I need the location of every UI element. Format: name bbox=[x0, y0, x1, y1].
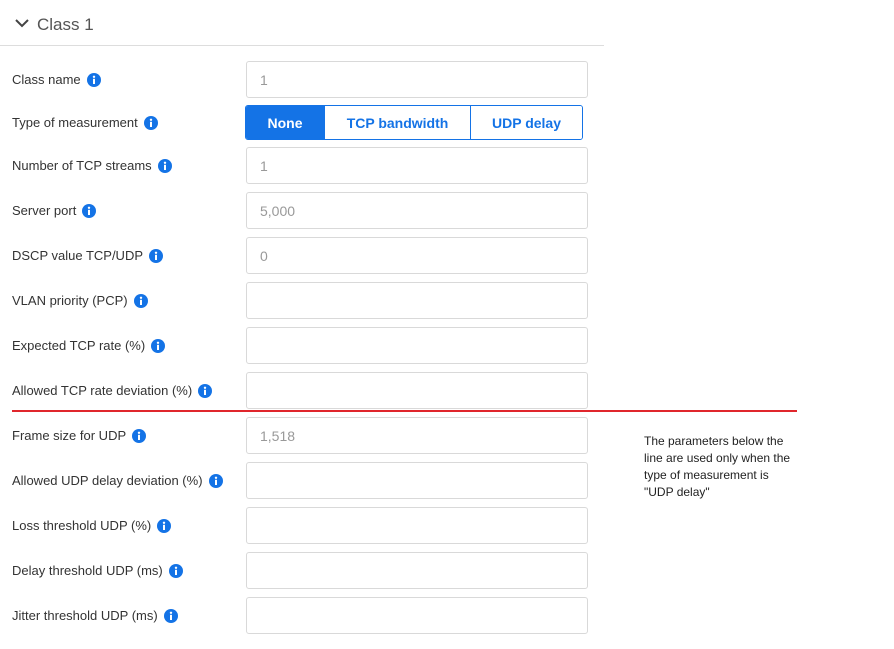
section-header-class-1[interactable]: Class 1 bbox=[0, 0, 604, 46]
label-loss-threshold-udp: Loss threshold UDP (%) bbox=[12, 518, 152, 533]
dscp-value-input[interactable] bbox=[246, 237, 588, 274]
info-icon[interactable] bbox=[82, 203, 97, 218]
section-title: Class 1 bbox=[37, 15, 94, 34]
label-allowed-tcp-rate-deviation: Allowed TCP rate deviation (%) bbox=[12, 383, 193, 398]
info-icon[interactable] bbox=[208, 473, 223, 488]
server-port-input[interactable] bbox=[246, 192, 588, 229]
info-icon[interactable] bbox=[163, 608, 178, 623]
info-icon[interactable] bbox=[149, 248, 164, 263]
row-number-of-tcp-streams: Number of TCP streams bbox=[0, 147, 604, 184]
expected-tcp-rate-input[interactable] bbox=[246, 327, 588, 364]
note-line: type of measurement is bbox=[644, 468, 769, 482]
row-allowed-tcp-rate-deviation: Allowed TCP rate deviation (%) bbox=[0, 372, 604, 409]
udp-parameters-divider bbox=[12, 410, 797, 412]
frame-size-udp-input[interactable] bbox=[246, 417, 588, 454]
label-server-port: Server port bbox=[12, 203, 77, 218]
label-allowed-udp-delay-deviation: Allowed UDP delay deviation (%) bbox=[12, 473, 203, 488]
label-jitter-threshold-udp: Jitter threshold UDP (ms) bbox=[12, 608, 158, 623]
label-number-of-tcp-streams: Number of TCP streams bbox=[12, 158, 152, 173]
info-icon[interactable] bbox=[157, 518, 172, 533]
measurement-none-button[interactable]: None bbox=[246, 106, 325, 139]
vlan-priority-input[interactable] bbox=[246, 282, 588, 319]
measurement-type-selector: None TCP bandwidth UDP delay bbox=[245, 105, 583, 140]
class-name-input[interactable] bbox=[246, 61, 588, 98]
row-frame-size-udp: Frame size for UDP bbox=[0, 417, 604, 454]
measurement-tcp-bandwidth-button[interactable]: TCP bandwidth bbox=[325, 106, 471, 139]
chevron-down-icon[interactable] bbox=[14, 17, 30, 29]
number-of-tcp-streams-input[interactable] bbox=[246, 147, 588, 184]
info-icon[interactable] bbox=[157, 158, 172, 173]
label-vlan-priority: VLAN priority (PCP) bbox=[12, 293, 128, 308]
info-icon[interactable] bbox=[198, 383, 213, 398]
label-delay-threshold-udp: Delay threshold UDP (ms) bbox=[12, 563, 163, 578]
measurement-udp-delay-button[interactable]: UDP delay bbox=[471, 106, 582, 139]
loss-threshold-udp-input[interactable] bbox=[246, 507, 588, 544]
row-allowed-udp-delay-deviation: Allowed UDP delay deviation (%) bbox=[0, 462, 604, 499]
note-line: "UDP delay" bbox=[644, 485, 710, 499]
info-icon[interactable] bbox=[133, 293, 148, 308]
row-server-port: Server port bbox=[0, 192, 604, 229]
row-expected-tcp-rate: Expected TCP rate (%) bbox=[0, 327, 604, 364]
row-loss-threshold-udp: Loss threshold UDP (%) bbox=[0, 507, 604, 544]
label-expected-tcp-rate: Expected TCP rate (%) bbox=[12, 338, 146, 353]
label-frame-size-udp: Frame size for UDP bbox=[12, 428, 127, 443]
label-class-name: Class name bbox=[12, 72, 81, 87]
info-icon[interactable] bbox=[132, 428, 147, 443]
info-icon[interactable] bbox=[168, 563, 183, 578]
note-line: line are used only when the bbox=[644, 451, 791, 465]
note-line: The parameters below the bbox=[644, 434, 784, 448]
info-icon[interactable] bbox=[86, 72, 101, 87]
allowed-tcp-rate-deviation-input[interactable] bbox=[246, 372, 588, 409]
delay-threshold-udp-input[interactable] bbox=[246, 552, 588, 589]
row-jitter-threshold-udp: Jitter threshold UDP (ms) bbox=[0, 597, 604, 634]
row-vlan-priority: VLAN priority (PCP) bbox=[0, 282, 604, 319]
jitter-threshold-udp-input[interactable] bbox=[246, 597, 588, 634]
row-dscp-value: DSCP value TCP/UDP bbox=[0, 237, 604, 274]
allowed-udp-delay-deviation-input[interactable] bbox=[246, 462, 588, 499]
row-class-name: Class name bbox=[0, 61, 604, 98]
udp-parameters-note: The parameters below the line are used o… bbox=[644, 433, 814, 501]
label-type-of-measurement: Type of measurement bbox=[12, 115, 138, 130]
info-icon[interactable] bbox=[151, 338, 166, 353]
info-icon[interactable] bbox=[143, 115, 158, 130]
row-delay-threshold-udp: Delay threshold UDP (ms) bbox=[0, 552, 604, 589]
label-dscp-value: DSCP value TCP/UDP bbox=[12, 248, 144, 263]
